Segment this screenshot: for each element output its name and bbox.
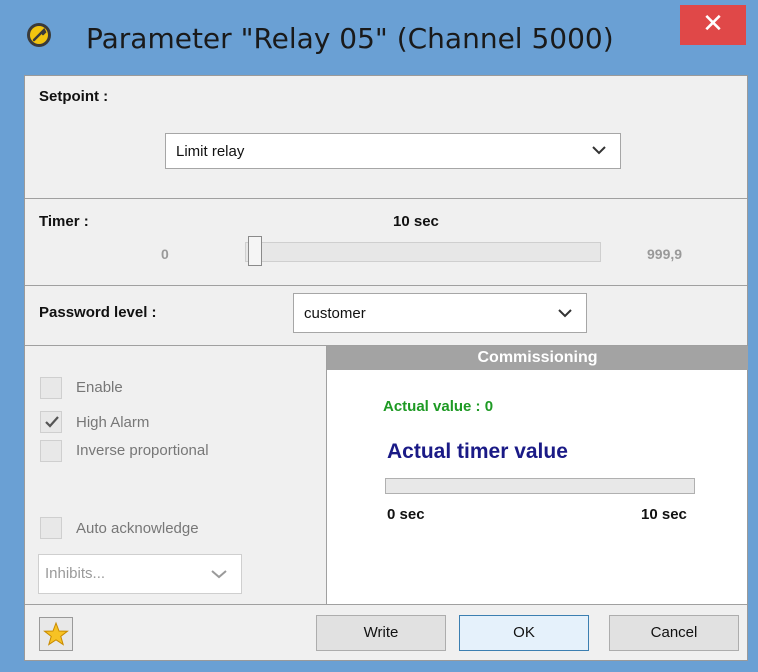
close-icon: ✕ (702, 9, 724, 39)
inverse-proportional-label: Inverse proportional (76, 442, 209, 459)
actual-timer-progress-bar (385, 478, 695, 494)
timer-slider-track[interactable] (245, 242, 601, 262)
inhibits-placeholder: Inhibits... (45, 565, 106, 582)
commissioning-header: Commissioning (327, 346, 748, 370)
timer-value: 10 sec (393, 213, 439, 230)
inhibits-select[interactable]: Inhibits... (38, 554, 242, 594)
cancel-button[interactable]: Cancel (609, 615, 739, 651)
password-level-label: Password level : (39, 304, 157, 321)
timer-slider-thumb[interactable] (248, 236, 262, 266)
chevron-down-icon (558, 309, 572, 318)
timer-label: Timer : (39, 213, 89, 230)
close-button[interactable]: ✕ (680, 5, 746, 45)
auto-acknowledge-checkbox[interactable] (40, 517, 62, 539)
auto-acknowledge-label: Auto acknowledge (76, 520, 199, 537)
checkmark-icon (45, 416, 59, 428)
setpoint-label: Setpoint : (39, 88, 109, 105)
progress-max-label: 10 sec (641, 506, 687, 523)
actual-value-text: Actual value : 0 (383, 398, 494, 415)
password-section: Password level : customer (25, 286, 747, 346)
high-alarm-label: High Alarm (76, 414, 150, 431)
window-title: Parameter "Relay 05" (Channel 5000) (86, 22, 614, 55)
commissioning-panel: Commissioning Actual value : 0 Actual ti… (326, 346, 748, 604)
dialog-body: Setpoint : Limit relay Timer : 10 sec 0 … (24, 75, 748, 661)
timer-min-label: 0 (161, 246, 169, 262)
chevron-down-icon (592, 146, 606, 155)
actual-timer-title: Actual timer value (387, 440, 568, 463)
chevron-down-icon (211, 570, 227, 579)
enable-label: Enable (76, 379, 123, 396)
high-alarm-checkbox[interactable] (40, 411, 62, 433)
setpoint-selected-value: Limit relay (176, 143, 245, 160)
button-bar: Write OK Cancel (25, 604, 747, 661)
password-level-select[interactable]: customer (293, 293, 587, 333)
ok-button[interactable]: OK (459, 615, 589, 651)
setpoint-select[interactable]: Limit relay (165, 133, 621, 169)
parameter-dialog: Parameter "Relay 05" (Channel 5000) ✕ Se… (0, 0, 758, 672)
favorite-button[interactable] (39, 617, 73, 651)
progress-min-label: 0 sec (387, 506, 425, 523)
timer-max-label: 999,9 (647, 246, 683, 262)
write-button[interactable]: Write (316, 615, 446, 651)
star-icon (43, 621, 69, 646)
password-selected-value: customer (304, 305, 366, 322)
title-bar[interactable]: Parameter "Relay 05" (Channel 5000) ✕ (0, 0, 758, 76)
wrench-icon (27, 23, 51, 47)
inverse-proportional-checkbox[interactable] (40, 440, 62, 462)
enable-checkbox[interactable] (40, 377, 62, 399)
setpoint-section: Setpoint : Limit relay (25, 76, 747, 199)
